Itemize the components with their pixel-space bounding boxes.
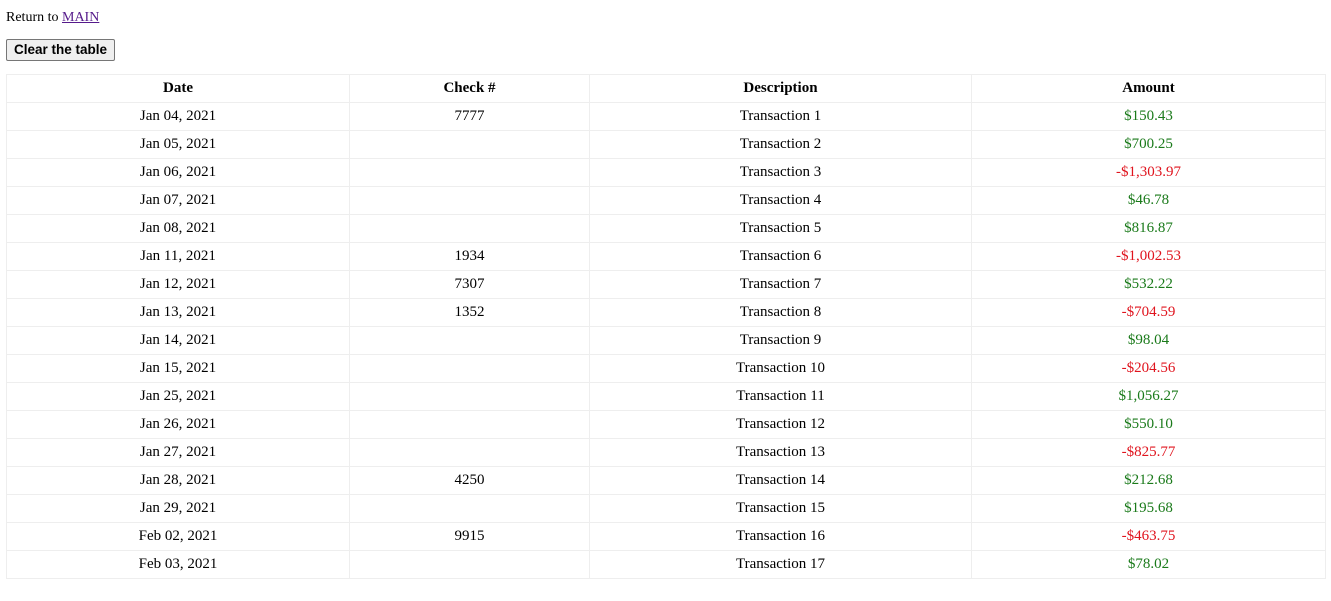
cell-amount: $1,056.27 [971,382,1326,411]
cell-description: Transaction 16 [589,522,972,551]
cell-amount: -$1,303.97 [971,158,1326,187]
cell-amount: $816.87 [971,214,1326,243]
cell-description: Transaction 10 [589,354,972,383]
cell-check: 1934 [349,242,590,271]
cell-description: Transaction 9 [589,326,972,355]
cell-check [349,214,590,243]
cell-check: 1352 [349,298,590,327]
table-row: Jan 06, 2021 Transaction 3 -$1,303.97 [6,158,1326,187]
cell-amount: $78.02 [971,550,1326,579]
transactions-table: Date Check # Description Amount Jan 04, … [6,74,1326,579]
cell-description: Transaction 6 [589,242,972,271]
cell-description: Transaction 12 [589,410,972,439]
page: Return to MAIN Clear the table Date Chec… [0,0,1331,579]
cell-date: Jan 08, 2021 [6,214,350,243]
cell-date: Feb 03, 2021 [6,550,350,579]
cell-amount: $46.78 [971,186,1326,215]
cell-check [349,410,590,439]
cell-check [349,382,590,411]
cell-date: Jan 15, 2021 [6,354,350,383]
table-header-row: Date Check # Description Amount [6,74,1326,103]
table-body: Jan 04, 2021 7777 Transaction 1 $150.43 Jan … [6,102,1326,579]
table-row: Feb 03, 2021 Transaction 17 $78.02 [6,550,1326,579]
cell-check [349,354,590,383]
cell-check [349,494,590,523]
cell-description: Transaction 5 [589,214,972,243]
cell-date: Jan 06, 2021 [6,158,350,187]
cell-date: Jan 07, 2021 [6,186,350,215]
table-row: Jan 13, 2021 1352 Transaction 8 -$704.59 [6,298,1326,327]
table-row: Jan 05, 2021 Transaction 2 $700.25 [6,130,1326,159]
cell-description: Transaction 2 [589,130,972,159]
cell-description: Transaction 17 [589,550,972,579]
cell-description: Transaction 8 [589,298,972,327]
main-link[interactable]: MAIN [62,10,99,25]
table-row: Jan 04, 2021 7777 Transaction 1 $150.43 [6,102,1326,131]
cell-description: Transaction 7 [589,270,972,299]
table-row: Jan 28, 2021 4250 Transaction 14 $212.68 [6,466,1326,495]
cell-amount: -$825.77 [971,438,1326,467]
table-row: Jan 25, 2021 Transaction 11 $1,056.27 [6,382,1326,411]
cell-check: 4250 [349,466,590,495]
cell-amount: $700.25 [971,130,1326,159]
table-row: Feb 02, 2021 9915 Transaction 16 -$463.75 [6,522,1326,551]
table-row: Jan 26, 2021 Transaction 12 $550.10 [6,410,1326,439]
cell-amount: $195.68 [971,494,1326,523]
cell-date: Jan 29, 2021 [6,494,350,523]
cell-amount: $98.04 [971,326,1326,355]
cell-amount: -$463.75 [971,522,1326,551]
cell-check [349,158,590,187]
cell-date: Jan 05, 2021 [6,130,350,159]
cell-description: Transaction 11 [589,382,972,411]
table-row: Jan 11, 2021 1934 Transaction 6 -$1,002.53 [6,242,1326,271]
table-row: Jan 07, 2021 Transaction 4 $46.78 [6,186,1326,215]
cell-description: Transaction 4 [589,186,972,215]
clear-table-button[interactable]: Clear the table [6,39,116,61]
table-row: Jan 08, 2021 Transaction 5 $816.87 [6,214,1326,243]
cell-amount: $550.10 [971,410,1326,439]
cell-amount: -$704.59 [971,298,1326,327]
header-description: Description [589,74,972,103]
cell-description: Transaction 13 [589,438,972,467]
cell-date: Jan 28, 2021 [6,466,350,495]
cell-date: Jan 25, 2021 [6,382,350,411]
table-row: Jan 29, 2021 Transaction 15 $195.68 [6,494,1326,523]
cell-check [349,438,590,467]
return-prefix: Return to [6,10,59,25]
cell-date: Jan 26, 2021 [6,410,350,439]
cell-description: Transaction 3 [589,158,972,187]
cell-check: 7307 [349,270,590,299]
cell-date: Jan 12, 2021 [6,270,350,299]
cell-check [349,550,590,579]
cell-description: Transaction 14 [589,466,972,495]
cell-amount: -$1,002.53 [971,242,1326,271]
cell-description: Transaction 15 [589,494,972,523]
cell-date: Jan 04, 2021 [6,102,350,131]
cell-check [349,326,590,355]
cell-date: Jan 14, 2021 [6,326,350,355]
cell-date: Jan 27, 2021 [6,438,350,467]
cell-amount: -$204.56 [971,354,1326,383]
table-row: Jan 27, 2021 Transaction 13 -$825.77 [6,438,1326,467]
return-line: Return to MAIN [6,8,1325,28]
cell-amount: $150.43 [971,102,1326,131]
header-check: Check # [349,74,590,103]
cell-amount: $212.68 [971,466,1326,495]
header-amount: Amount [971,74,1326,103]
cell-check: 9915 [349,522,590,551]
cell-date: Jan 13, 2021 [6,298,350,327]
cell-check [349,186,590,215]
table-row: Jan 12, 2021 7307 Transaction 7 $532.22 [6,270,1326,299]
cell-amount: $532.22 [971,270,1326,299]
table-row: Jan 14, 2021 Transaction 9 $98.04 [6,326,1326,355]
cell-date: Feb 02, 2021 [6,522,350,551]
table-row: Jan 15, 2021 Transaction 10 -$204.56 [6,354,1326,383]
cell-check: 7777 [349,102,590,131]
cell-date: Jan 11, 2021 [6,242,350,271]
header-date: Date [6,74,350,103]
cell-description: Transaction 1 [589,102,972,131]
cell-check [349,130,590,159]
